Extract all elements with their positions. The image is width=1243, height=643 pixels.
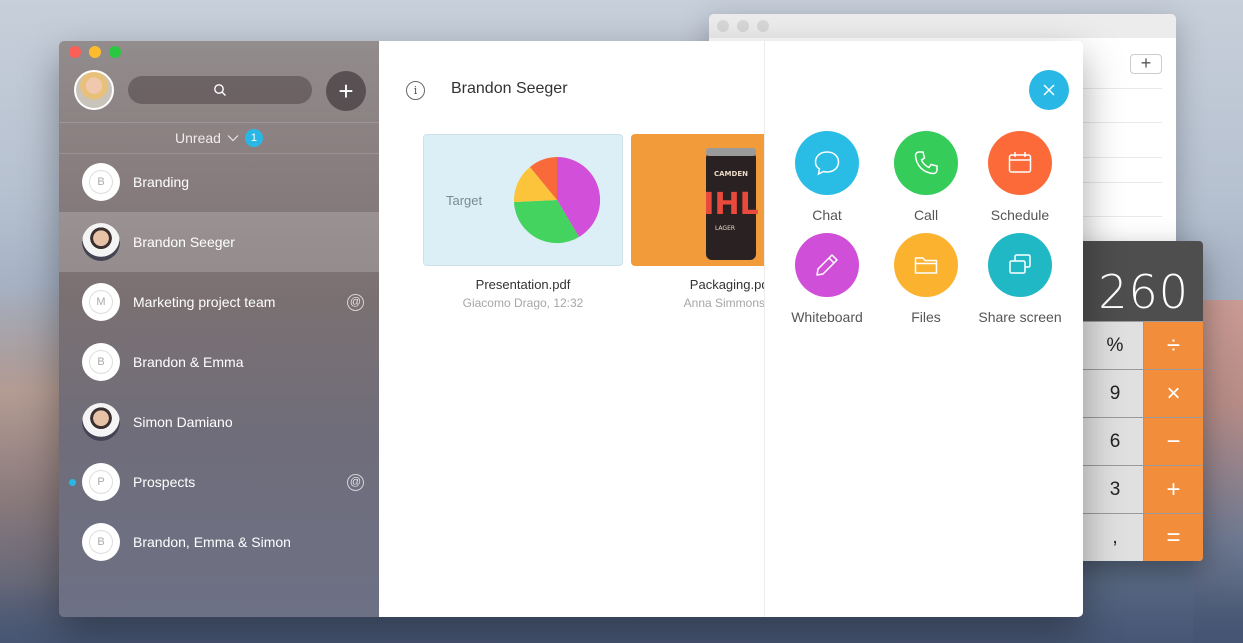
calendar-icon [1008, 152, 1032, 173]
files-action-label: Files [911, 309, 941, 325]
conversation-pane: i Brandon Seeger Target Presentation.pdf… [379, 41, 764, 617]
conversation-name: Brandon Seeger [133, 234, 235, 250]
conversation-title: Brandon Seeger [451, 80, 568, 97]
file-name: Packaging.pdf [689, 277, 764, 292]
share-screen-action-label: Share screen [978, 309, 1062, 325]
close-actions-button[interactable] [1029, 70, 1069, 110]
can-label-bottom: LAGER [715, 225, 735, 232]
new-conversation-button[interactable]: + [326, 71, 366, 111]
conversation-name: Branding [133, 174, 190, 190]
share-screen-action-button[interactable]: Share screen [972, 233, 1068, 325]
file-card[interactable]: Target Presentation.pdf Giacomo Drago, 1… [423, 134, 623, 310]
conversation-item[interactable]: M Marketing project team @ [59, 272, 379, 332]
whiteboard-action-circle [795, 233, 859, 297]
conversation-name: Prospects [133, 474, 196, 490]
file-meta: Anna Simmons, 3 [683, 296, 764, 310]
file-name: Presentation.pdf [475, 277, 571, 292]
conversation-name: Simon Damiano [133, 414, 233, 430]
calc-key-plus[interactable]: + [1144, 466, 1203, 513]
messaging-app-window: + Unread 1 B Branding Brandon Seeger M M… [59, 41, 1083, 617]
unread-dot [69, 478, 76, 486]
whiteboard-action-button[interactable]: Whiteboard [779, 233, 875, 325]
folder-icon [914, 257, 938, 274]
can-label-main: IHL [703, 187, 758, 222]
contact-photo-avatar [82, 403, 120, 441]
pie-chart-thumbnail [513, 156, 601, 244]
conversation-list: B Branding Brandon Seeger M Marketing pr… [59, 152, 379, 572]
conversation-item[interactable]: B Brandon & Emma [59, 332, 379, 392]
whiteboard-action-label: Whiteboard [791, 309, 863, 325]
bg-close-button[interactable] [717, 20, 729, 32]
schedule-action-circle [988, 131, 1052, 195]
chat-action-circle [795, 131, 859, 195]
chevron-down-icon [227, 135, 239, 142]
pencil-icon [816, 254, 838, 276]
conversation-avatar: B [82, 523, 120, 561]
calc-key-multiply[interactable]: × [1144, 370, 1203, 417]
share-screen-action-circle [988, 233, 1052, 297]
filter-label: Unread [175, 130, 221, 146]
chat-action-button[interactable]: Chat [779, 131, 875, 223]
conversation-item-selected[interactable]: Brandon Seeger [59, 212, 379, 272]
avatar-initial: P [89, 470, 113, 494]
window-controls [69, 46, 121, 58]
phone-icon [914, 151, 938, 175]
call-action-circle [894, 131, 958, 195]
avatar-initial: M [89, 290, 113, 314]
zoom-window-button[interactable] [109, 46, 121, 58]
schedule-action-label: Schedule [990, 207, 1050, 223]
calc-key-divide[interactable]: ÷ [1144, 322, 1203, 369]
file-thumbnail: CAMDEN IHL LAGER [631, 134, 764, 266]
conversation-avatar: B [82, 163, 120, 201]
bg-add-button[interactable]: + [1130, 54, 1162, 74]
conversation-avatar: M [82, 283, 120, 321]
share-screen-icon [1009, 254, 1031, 274]
conversation-name: Brandon & Emma [133, 354, 244, 370]
search-input[interactable] [128, 76, 312, 104]
files-action-button[interactable]: Files [878, 233, 974, 325]
unread-count-badge: 1 [244, 129, 263, 147]
avatar-initial: B [89, 170, 113, 194]
info-icon[interactable]: i [406, 81, 425, 100]
file-card[interactable]: CAMDEN IHL LAGER Packaging.pdf Anna Simm… [631, 134, 764, 310]
calc-key-minus[interactable]: − [1144, 418, 1203, 465]
close-window-button[interactable] [69, 46, 81, 58]
user-avatar[interactable] [74, 70, 114, 110]
can-label-top: CAMDEN [714, 170, 748, 178]
conversation-item[interactable]: B Branding [59, 152, 379, 212]
contact-photo-avatar [82, 223, 120, 261]
mention-icon: @ [347, 473, 364, 491]
schedule-action-button[interactable]: Schedule [972, 131, 1068, 223]
bg-zoom-button[interactable] [757, 20, 769, 32]
background-window-titlebar [709, 14, 1176, 38]
bg-minimize-button[interactable] [737, 20, 749, 32]
conversation-item[interactable]: P Prospects @ [59, 452, 379, 512]
minimize-window-button[interactable] [89, 46, 101, 58]
mention-icon: @ [347, 293, 364, 311]
beer-can-image: CAMDEN IHL LAGER [703, 148, 759, 260]
conversation-item[interactable]: B Brandon, Emma & Simon [59, 512, 379, 572]
conversation-name: Brandon, Emma & Simon [133, 534, 291, 550]
calc-key-equals[interactable]: = [1144, 514, 1203, 561]
chat-action-label: Chat [812, 207, 842, 223]
file-meta: Giacomo Drago, 12:32 [462, 296, 584, 310]
call-action-button[interactable]: Call [878, 131, 974, 223]
conversation-name: Marketing project team [133, 294, 276, 310]
files-action-circle [894, 233, 958, 297]
conversation-avatar: P [82, 463, 120, 501]
file-thumbnail: Target [423, 134, 623, 266]
call-action-label: Call [913, 207, 939, 223]
conversation-avatar: B [82, 343, 120, 381]
avatar-initial: B [89, 530, 113, 554]
unread-filter[interactable]: Unread 1 [59, 122, 379, 154]
actions-panel: Chat Call Schedule Whiteboard Files Shar… [764, 41, 1083, 617]
sidebar: + Unread 1 B Branding Brandon Seeger M M… [59, 41, 379, 617]
avatar-initial: B [89, 350, 113, 374]
conversation-item[interactable]: Simon Damiano [59, 392, 379, 452]
search-icon [214, 84, 226, 96]
chat-icon [814, 151, 840, 176]
close-icon [1043, 84, 1055, 96]
